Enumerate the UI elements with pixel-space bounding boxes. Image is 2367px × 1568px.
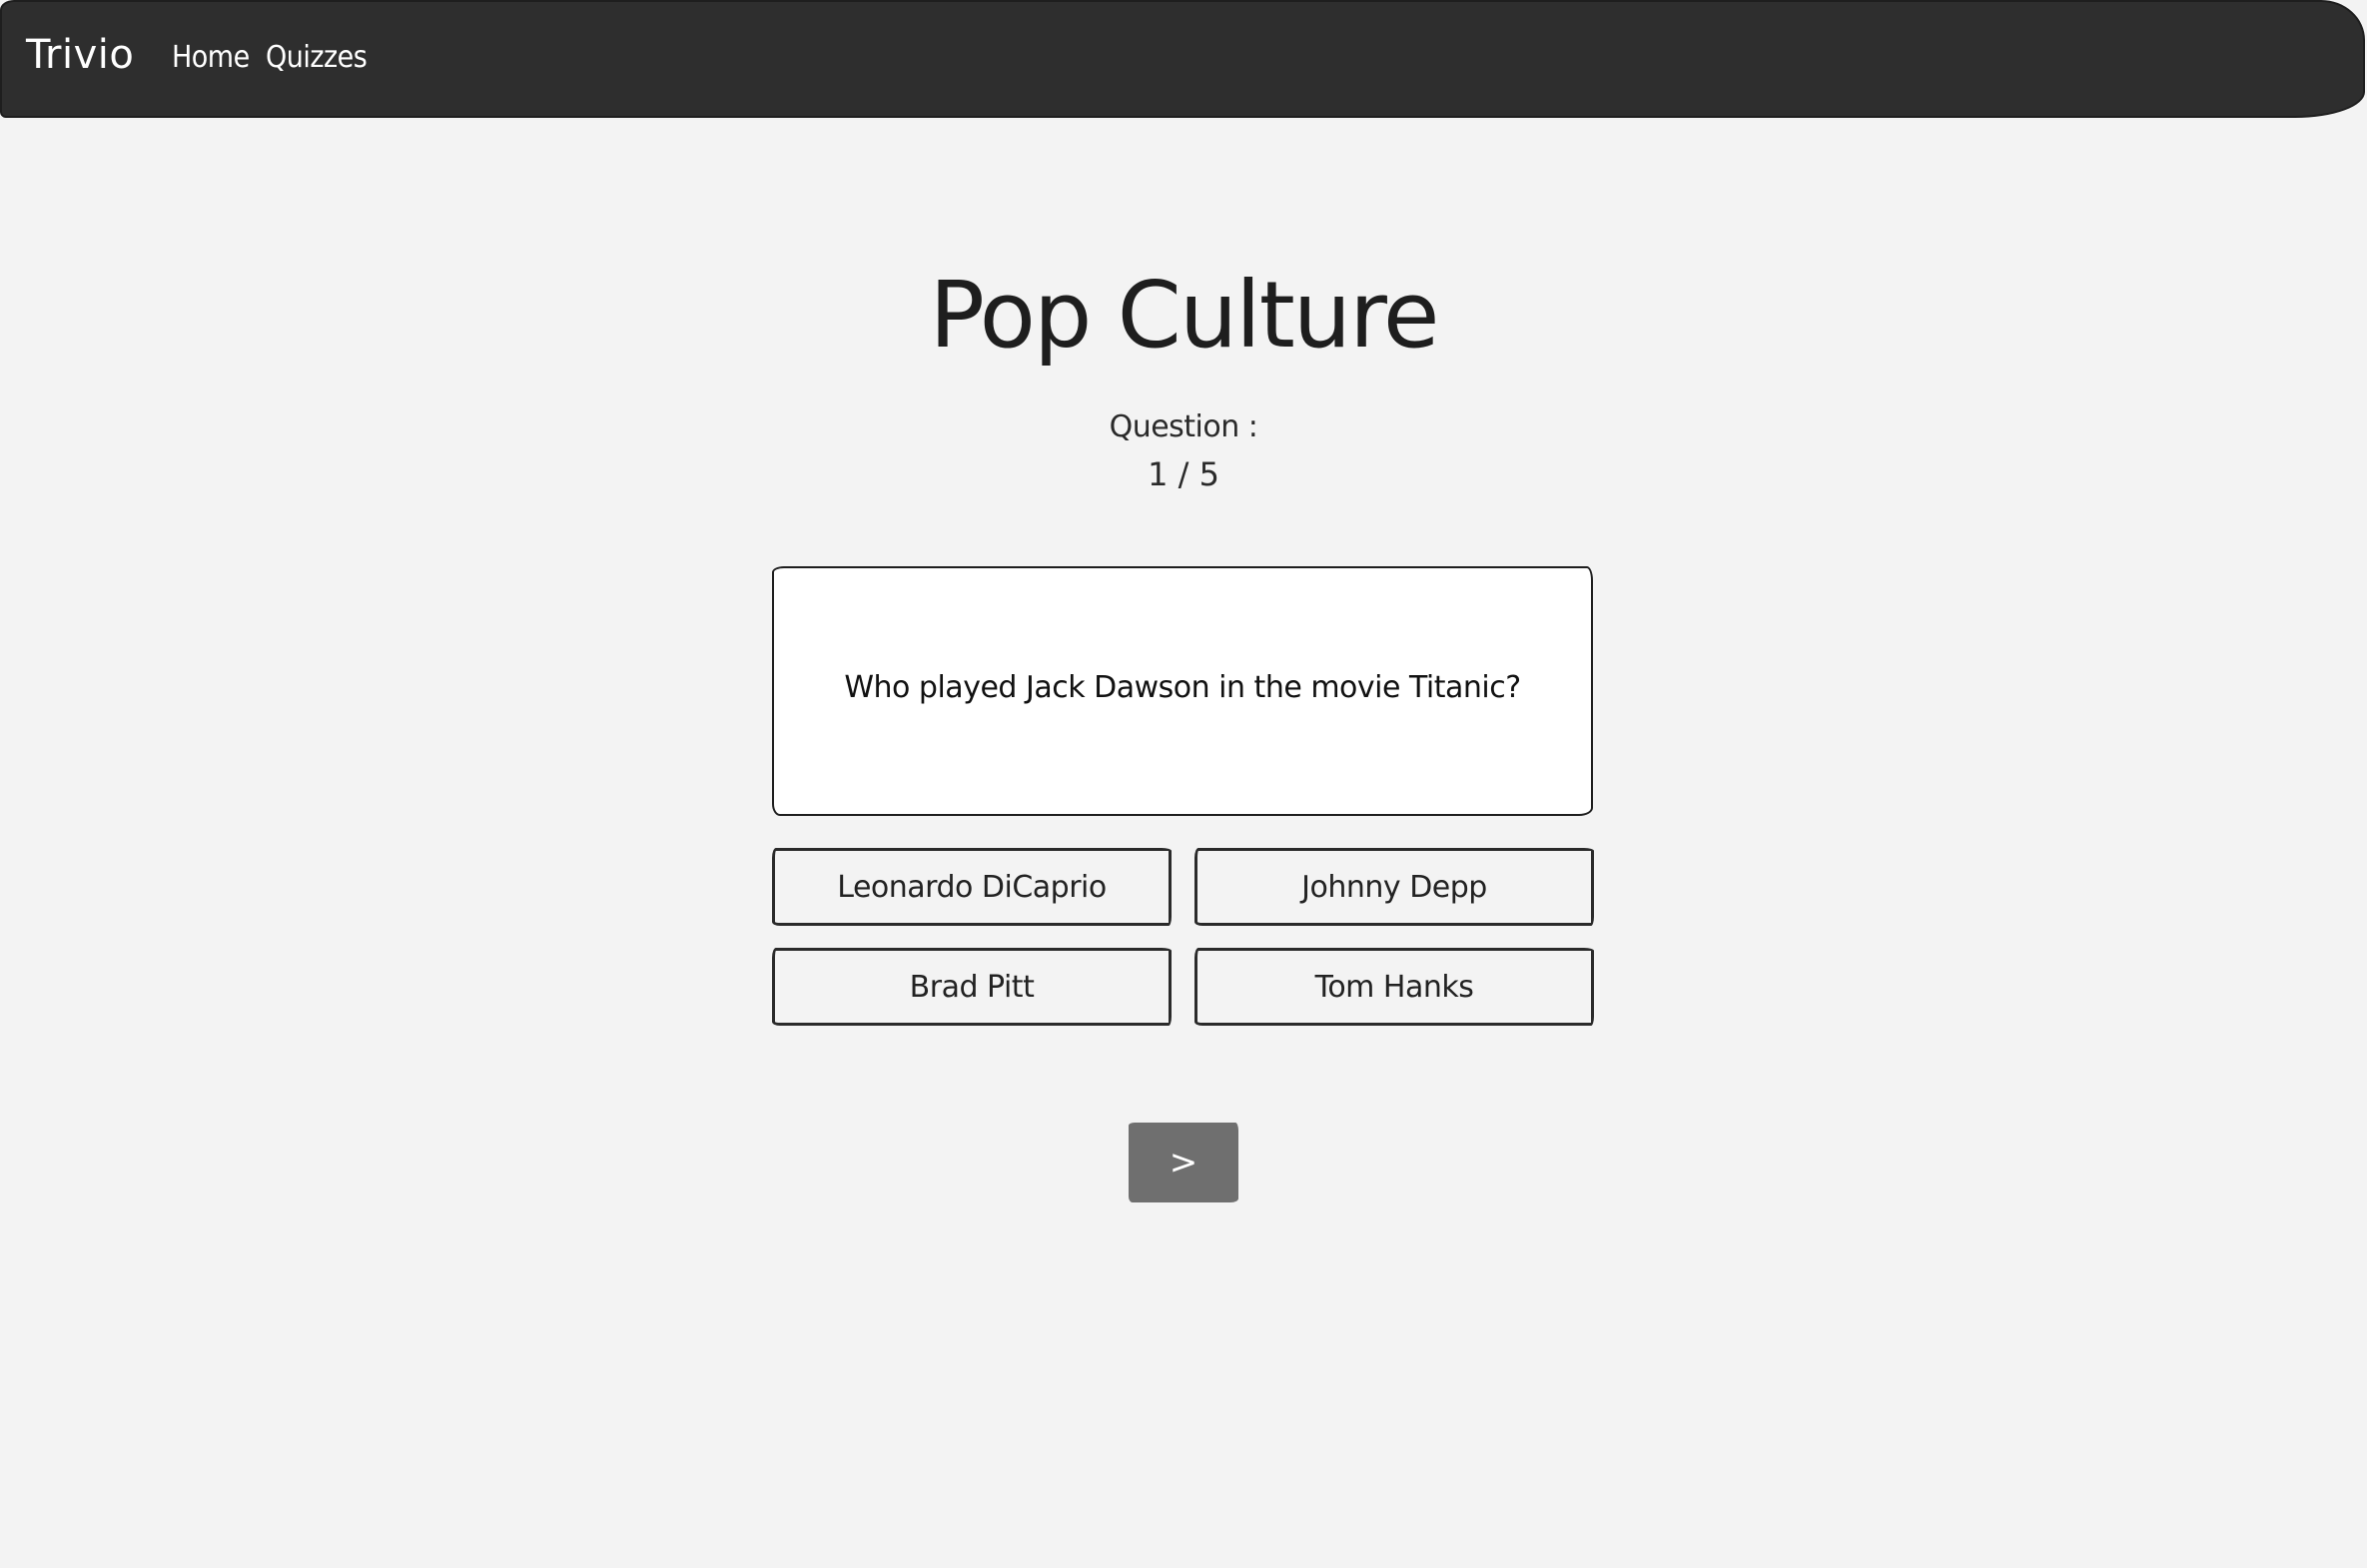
- nav-link-quizzes[interactable]: Quizzes: [266, 40, 368, 75]
- brand-logo[interactable]: Trivio: [26, 32, 134, 78]
- top-navbar: Trivio Home Quizzes: [0, 0, 2365, 118]
- quiz-title: Pop Culture: [929, 262, 1439, 369]
- answer-button-leonardo-dicaprio[interactable]: Leonardo DiCaprio: [772, 848, 1172, 926]
- question-label: Question :: [1109, 409, 1258, 444]
- question-text: Who played Jack Dawson in the movie Tita…: [844, 670, 1521, 705]
- answer-button-tom-hanks[interactable]: Tom Hanks: [1194, 948, 1594, 1026]
- nav-link-home[interactable]: Home: [172, 40, 250, 75]
- answer-button-brad-pitt[interactable]: Brad Pitt: [772, 948, 1172, 1026]
- question-progress: 1 / 5: [1148, 455, 1219, 493]
- question-card: Who played Jack Dawson in the movie Tita…: [772, 566, 1593, 816]
- next-question-button[interactable]: >: [1129, 1123, 1238, 1202]
- answer-button-johnny-depp[interactable]: Johnny Depp: [1194, 848, 1594, 926]
